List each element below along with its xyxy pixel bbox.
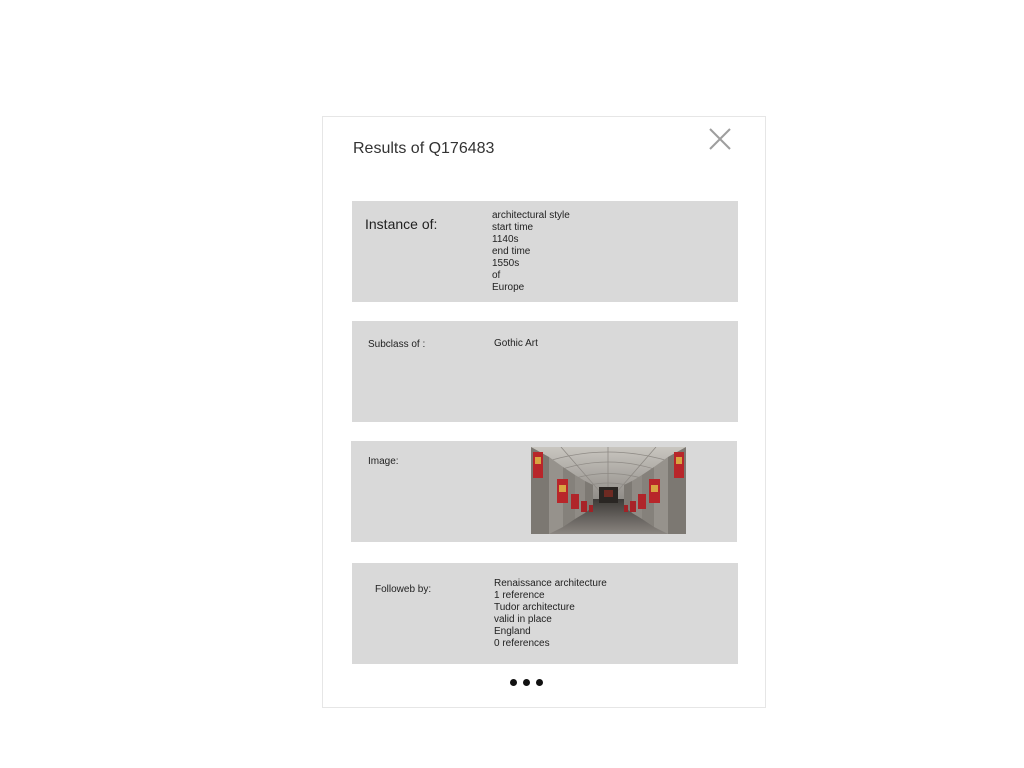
subclass-of-value: Gothic Art [494,338,538,349]
dot [510,679,517,686]
instance-of-panel: Instance of: architectural style start t… [352,201,738,302]
image-label: Image: [368,456,399,467]
image-panel: Image: [351,441,737,542]
instance-of-value: 1550s [492,258,520,269]
subclass-of-values: Gothic Art [494,338,538,350]
dot [523,679,530,686]
results-dialog: Results of Q176483 Instance of: architec… [322,116,766,708]
followed-by-label: Followeb by: [375,584,432,595]
instance-of-label: Instance of: [365,216,438,232]
dialog-title: Results of Q176483 [353,140,495,157]
subclass-of-label: Subclass of : [368,339,426,350]
followed-by-value: England [494,626,531,637]
cathedral-nave-image[interactable] [531,447,686,534]
more-dots-icon[interactable] [510,679,543,686]
followed-by-value: 1 reference [494,590,545,601]
dot [536,679,543,686]
followed-by-value: 0 references [494,638,550,649]
instance-of-value: start time [492,222,534,233]
instance-of-value: Europe [492,282,525,293]
instance-of-value: of [492,270,501,281]
subclass-of-panel: Subclass of : Gothic Art [352,321,738,422]
followed-by-value: Renaissance architecture [494,578,607,589]
instance-of-value: end time [492,246,531,257]
followed-by-panel: Followeb by: Renaissance architecture 1 … [352,563,738,664]
instance-of-values: architectural style start time 1140s end… [492,210,570,294]
close-icon[interactable] [708,127,732,151]
followed-by-value: valid in place [494,614,552,625]
followed-by-values: Renaissance architecture 1 reference Tud… [494,578,607,650]
instance-of-value: architectural style [492,210,570,221]
followed-by-value: Tudor architecture [494,602,575,613]
instance-of-value: 1140s [492,234,519,245]
